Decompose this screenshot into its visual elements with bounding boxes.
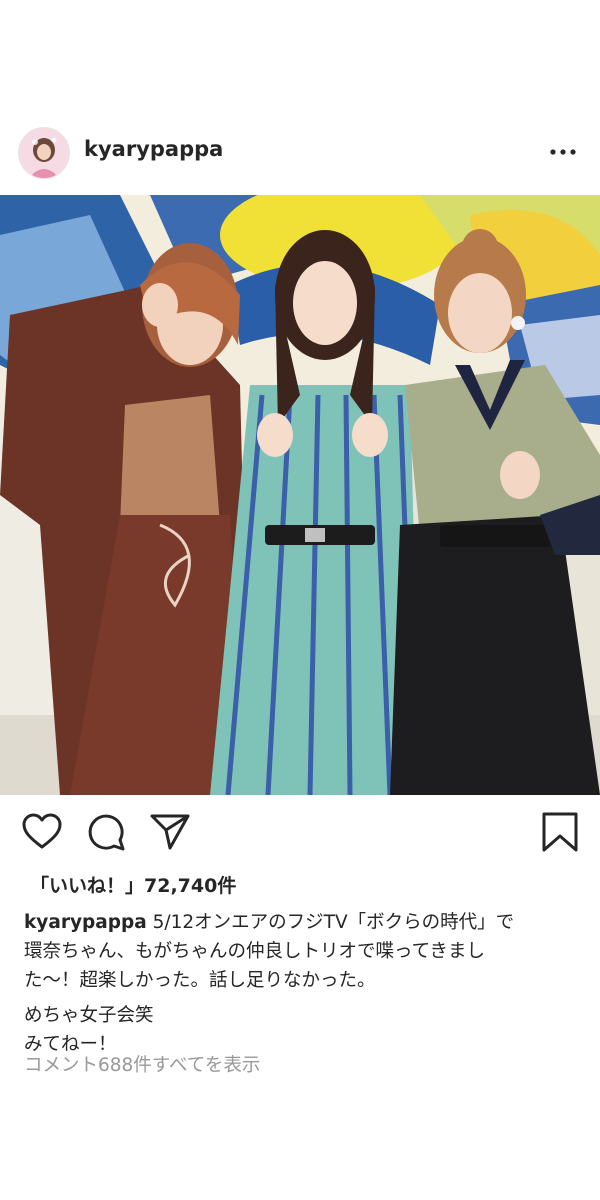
view-all-comments-link[interactable]: コメント688件すべてを表示 xyxy=(24,1051,260,1077)
avatar-image xyxy=(19,128,69,178)
paper-plane-icon[interactable] xyxy=(148,810,192,854)
post-photo[interactable] xyxy=(0,195,600,795)
profile-avatar[interactable] xyxy=(18,127,70,179)
ellipsis-icon[interactable] xyxy=(548,140,578,164)
caption-username[interactable]: kyarypappa xyxy=(24,912,147,933)
bookmark-icon[interactable] xyxy=(538,810,582,854)
post-caption: kyarypappa 5/12オンエアのフジTV「ボクらの時代」で 環奈ちゃん、… xyxy=(24,908,580,1059)
caption-text-4: めちゃ女子会笑 xyxy=(24,1005,154,1026)
action-bar xyxy=(0,810,600,860)
photo-illustration xyxy=(0,195,600,795)
post-header: kyarypappa xyxy=(0,120,600,184)
comment-icon[interactable] xyxy=(84,810,128,854)
caption-text-2: 環奈ちゃん、もがちゃんの仲良しトリオで喋ってきまし xyxy=(24,941,486,962)
heart-icon[interactable] xyxy=(20,810,64,854)
caption-text-1: 5/12オンエアのフジTV「ボクらの時代」で xyxy=(152,912,515,933)
caption-line-1: kyarypappa 5/12オンエアのフジTV「ボクらの時代」で xyxy=(24,908,580,937)
post-username[interactable]: kyarypappa xyxy=(84,137,223,161)
likes-count[interactable]: 「いいね！」72,740件 xyxy=(30,871,236,898)
caption-text-3: た〜！超楽しかった。話し足りなかった。 xyxy=(24,970,376,991)
